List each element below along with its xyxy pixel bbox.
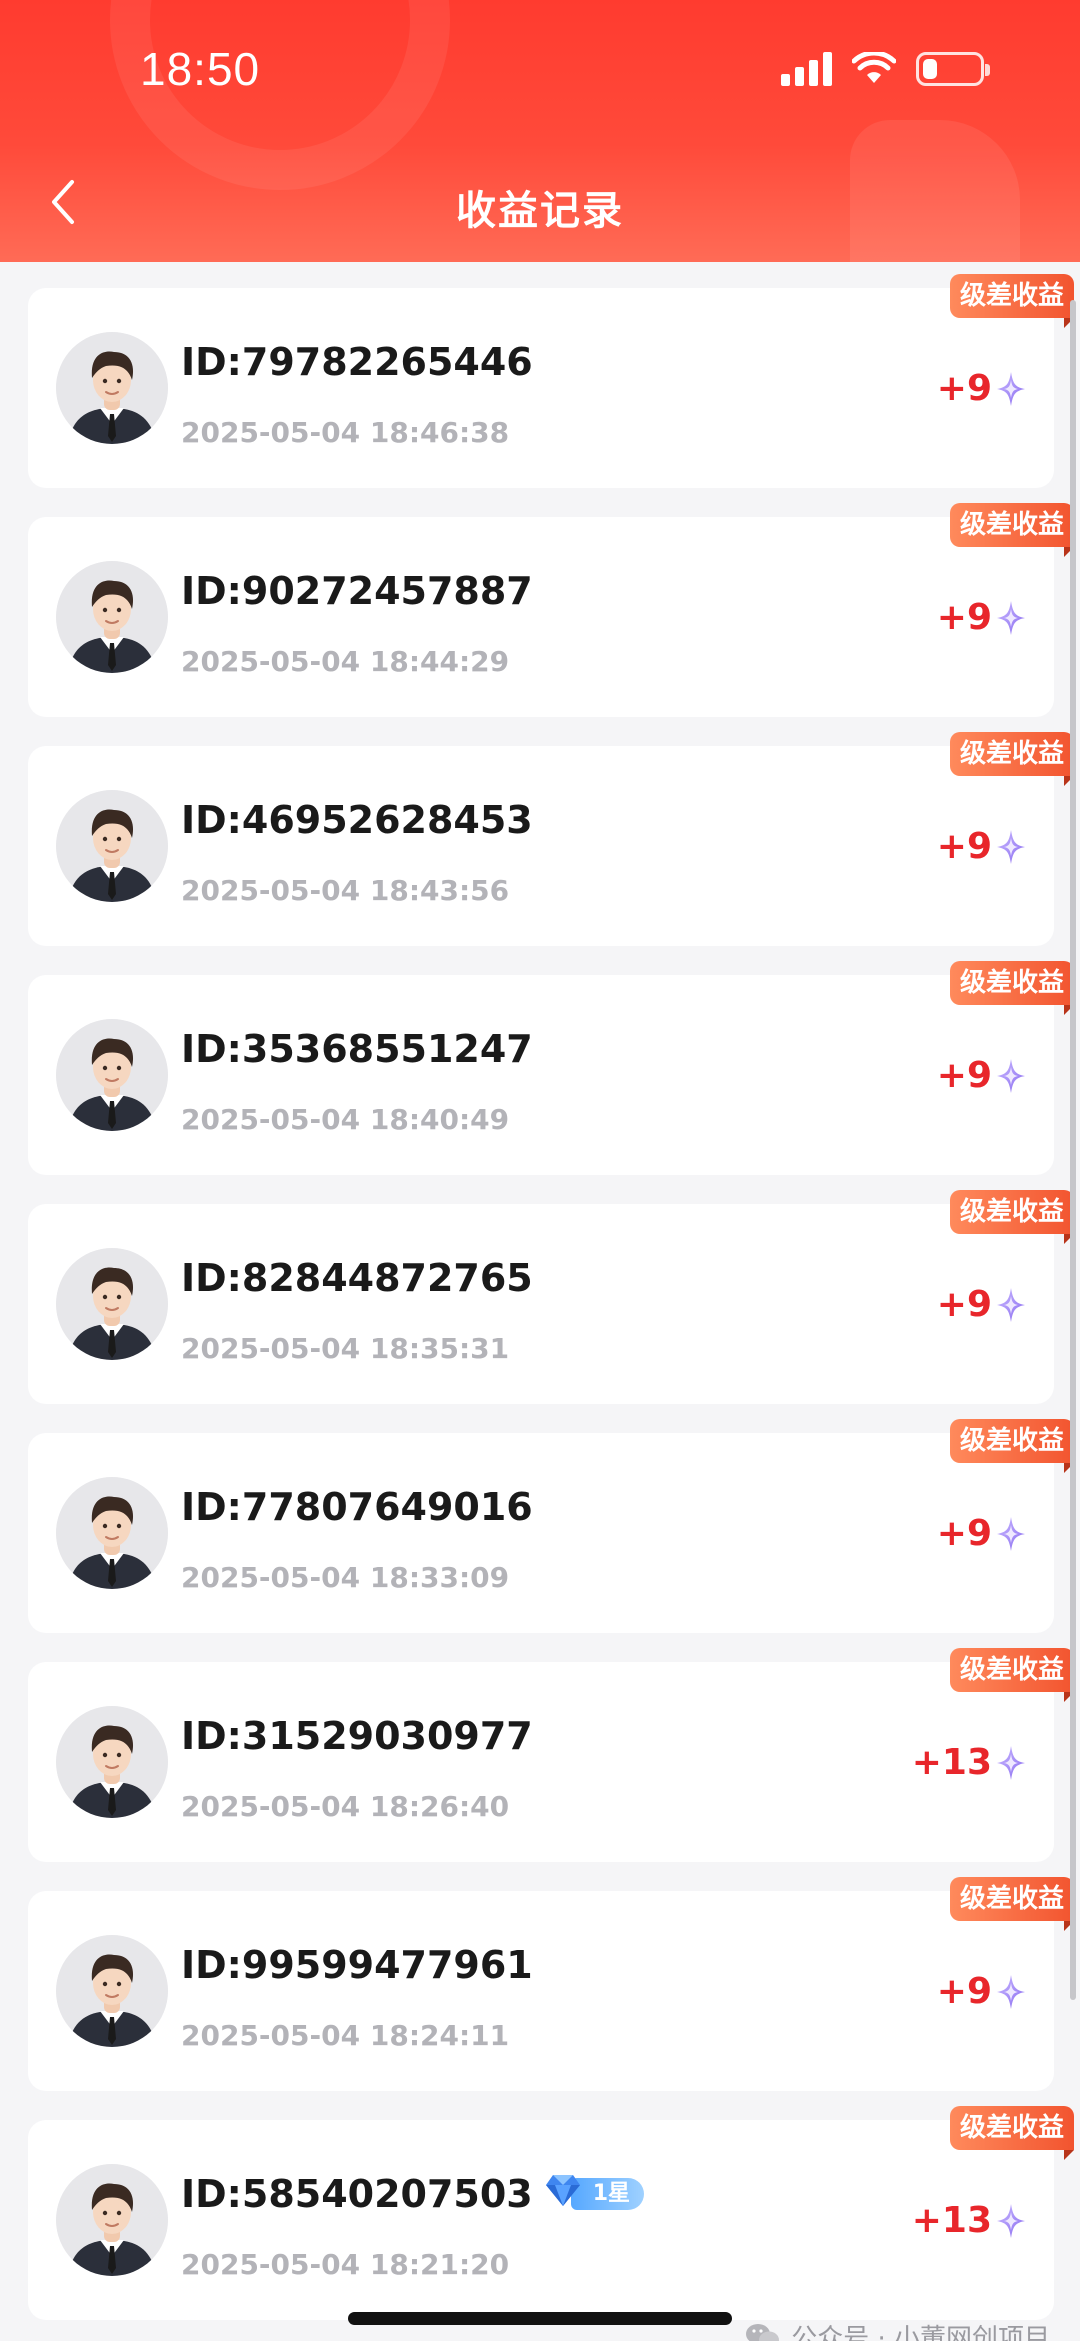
record-id-text: ID:99599477961 xyxy=(181,1943,533,1987)
earnings-type-tag: 级差收益 xyxy=(949,2106,1075,2160)
battery-icon xyxy=(916,52,990,86)
earnings-record-list[interactable]: ID:79782265446 2025-05-04 18:46:38 +9 级差收益… xyxy=(28,274,1075,2341)
record-user-id: ID:31529030977 xyxy=(181,1714,533,1758)
record-amount: +9 xyxy=(937,826,1026,867)
record-user-id: ID:77807649016 xyxy=(181,1485,533,1529)
amount-value: +9 xyxy=(936,826,992,867)
home-indicator[interactable] xyxy=(348,2312,732,2325)
earnings-type-tag: 级差收益 xyxy=(949,1419,1075,1473)
earnings-type-tag: 级差收益 xyxy=(949,503,1075,557)
earnings-type-tag: 级差收益 xyxy=(949,732,1075,786)
earnings-type-tag: 级差收益 xyxy=(949,1190,1075,1244)
record-card[interactable]: ID:82844872765 2025-05-04 18:35:31 +9 级差收益 xyxy=(28,1190,1075,1404)
status-bar-icons xyxy=(781,52,990,86)
wifi-icon xyxy=(852,52,896,83)
avatar xyxy=(56,561,168,673)
avatar xyxy=(56,1706,168,1818)
record-amount: +13 xyxy=(912,1742,1026,1783)
earnings-type-tag: 级差收益 xyxy=(949,961,1075,1015)
record-card[interactable]: ID:31529030977 2025-05-04 18:26:40 +13 级差收… xyxy=(28,1648,1075,1862)
record-amount: +9 xyxy=(937,1055,1026,1096)
record-timestamp: 2025-05-04 18:35:31 xyxy=(181,1332,510,1365)
diamond-icon xyxy=(545,2172,581,2216)
record-user-id: ID:79782265446 xyxy=(181,340,533,384)
sparkle-icon xyxy=(996,1516,1026,1552)
avatar xyxy=(56,332,168,444)
amount-value: +9 xyxy=(936,1513,992,1554)
avatar xyxy=(56,1935,168,2047)
record-timestamp: 2025-05-04 18:46:38 xyxy=(181,416,510,449)
amount-value: +9 xyxy=(936,1971,992,2012)
record-timestamp: 2025-05-04 18:44:29 xyxy=(181,645,510,678)
scrollbar[interactable] xyxy=(1070,300,1076,2000)
record-id-text: ID:46952628453 xyxy=(181,798,533,842)
sparkle-icon xyxy=(996,829,1026,865)
record-id-text: ID:79782265446 xyxy=(181,340,533,384)
watermark: 公众号 · 小董网创项目 xyxy=(745,2318,1050,2341)
record-user-id: ID:46952628453 xyxy=(181,798,533,842)
avatar xyxy=(56,1477,168,1589)
avatar xyxy=(56,2164,168,2276)
record-id-text: ID:58540207503 xyxy=(181,2172,533,2216)
record-amount: +9 xyxy=(937,597,1026,638)
battery-level-fill xyxy=(923,59,937,79)
earnings-record-screen: 18:50 收益记录 ID:79782265446 2025-05-04 18:… xyxy=(0,0,1080,2341)
record-amount: +13 xyxy=(912,2200,1026,2241)
amount-value: +13 xyxy=(911,2200,992,2241)
sparkle-icon xyxy=(996,1974,1026,2010)
record-user-id: ID:58540207503 1星 xyxy=(181,2172,645,2216)
level-label: 1星 xyxy=(570,2178,645,2210)
amount-value: +13 xyxy=(911,1742,992,1783)
record-card[interactable]: ID:77807649016 2025-05-04 18:33:09 +9 级差收益 xyxy=(28,1419,1075,1633)
sparkle-icon xyxy=(996,2203,1026,2239)
avatar xyxy=(56,1019,168,1131)
page-title: 收益记录 xyxy=(456,188,624,234)
status-bar-time: 18:50 xyxy=(140,43,261,95)
header: 18:50 收益记录 xyxy=(0,0,1080,262)
earnings-type-tag: 级差收益 xyxy=(949,1877,1075,1931)
record-card[interactable]: ID:99599477961 2025-05-04 18:24:11 +9 级差收益 xyxy=(28,1877,1075,2091)
record-id-text: ID:77807649016 xyxy=(181,1485,533,1529)
record-user-id: ID:35368551247 xyxy=(181,1027,533,1071)
record-id-text: ID:82844872765 xyxy=(181,1256,533,1300)
record-timestamp: 2025-05-04 18:43:56 xyxy=(181,874,510,907)
sparkle-icon xyxy=(996,1287,1026,1323)
amount-value: +9 xyxy=(936,368,992,409)
sparkle-icon xyxy=(996,600,1026,636)
record-card[interactable]: ID:58540207503 1星 2025-05-04 18:21:20 +13 … xyxy=(28,2106,1075,2320)
earnings-type-tag: 级差收益 xyxy=(949,1648,1075,1702)
wechat-icon xyxy=(746,2323,780,2341)
level-badge: 1星 xyxy=(545,2175,645,2211)
record-id-text: ID:31529030977 xyxy=(181,1714,533,1758)
record-timestamp: 2025-05-04 18:21:20 xyxy=(181,2248,510,2281)
record-amount: +9 xyxy=(937,1971,1026,2012)
record-amount: +9 xyxy=(937,1513,1026,1554)
record-id-text: ID:35368551247 xyxy=(181,1027,533,1071)
record-timestamp: 2025-05-04 18:40:49 xyxy=(181,1103,510,1136)
record-user-id: ID:90272457887 xyxy=(181,569,533,613)
record-timestamp: 2025-05-04 18:33:09 xyxy=(181,1561,510,1594)
record-user-id: ID:99599477961 xyxy=(181,1943,533,1987)
sparkle-icon xyxy=(996,1745,1026,1781)
amount-value: +9 xyxy=(936,597,992,638)
sparkle-icon xyxy=(996,1058,1026,1094)
avatar xyxy=(56,790,168,902)
watermark-text: 公众号 · 小董网创项目 xyxy=(791,2324,1050,2341)
record-amount: +9 xyxy=(937,1284,1026,1325)
record-id-text: ID:90272457887 xyxy=(181,569,533,613)
record-amount: +9 xyxy=(937,368,1026,409)
avatar xyxy=(56,1248,168,1360)
record-user-id: ID:82844872765 xyxy=(181,1256,533,1300)
earnings-type-tag: 级差收益 xyxy=(949,274,1075,328)
record-card[interactable]: ID:90272457887 2025-05-04 18:44:29 +9 级差收益 xyxy=(28,503,1075,717)
record-timestamp: 2025-05-04 18:24:11 xyxy=(181,2019,510,2052)
record-card[interactable]: ID:46952628453 2025-05-04 18:43:56 +9 级差收益 xyxy=(28,732,1075,946)
record-timestamp: 2025-05-04 18:26:40 xyxy=(181,1790,510,1823)
record-card[interactable]: ID:79782265446 2025-05-04 18:46:38 +9 级差收益 xyxy=(28,274,1075,488)
sparkle-icon xyxy=(996,371,1026,407)
amount-value: +9 xyxy=(936,1284,992,1325)
amount-value: +9 xyxy=(936,1055,992,1096)
cellular-signal-icon xyxy=(781,52,832,86)
record-card[interactable]: ID:35368551247 2025-05-04 18:40:49 +9 级差收益 xyxy=(28,961,1075,1175)
